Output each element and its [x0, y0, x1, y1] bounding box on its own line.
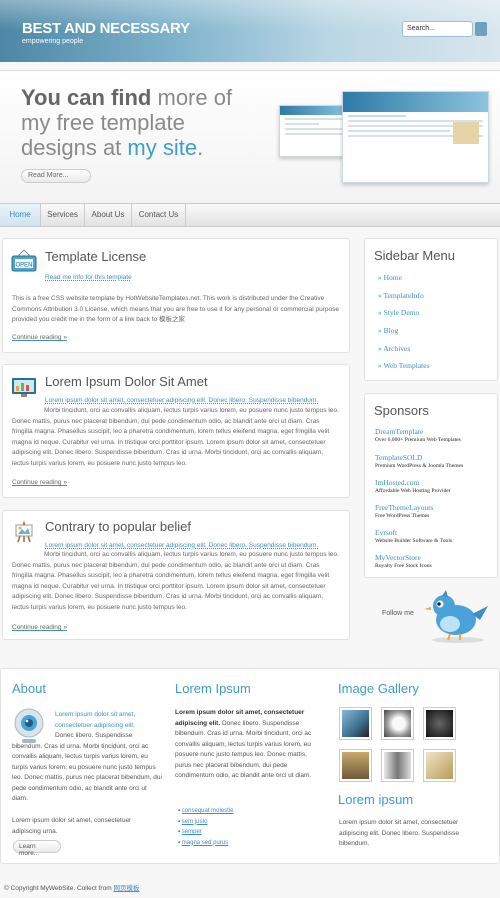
- site-tagline: empowering people: [22, 38, 84, 45]
- search-input[interactable]: Search...: [402, 21, 473, 37]
- continue-reading-link[interactable]: Continue reading »: [12, 479, 67, 486]
- sidebar-item-archives[interactable]: » Archives: [378, 344, 410, 353]
- hero-headline: You can find more of my free template de…: [21, 85, 271, 160]
- gallery-thumb[interactable]: [339, 707, 372, 740]
- nav-item-home[interactable]: Home: [0, 204, 41, 226]
- post-subtitle[interactable]: Lorem ipsum dolor sit amet, consectetuer…: [45, 542, 341, 549]
- post-body-text: Morbi tincidunt, orci ac convallis aliqu…: [12, 551, 339, 611]
- sponsor-desc: Premium WordPress & Joomla Themes: [375, 463, 464, 469]
- lorem-link-item[interactable]: ▪ magna sed purus: [178, 838, 234, 849]
- post-subtitle[interactable]: Lorem ipsum dolor sit amet, consectetuer…: [45, 397, 341, 404]
- hero-headline-line3: designs at: [21, 135, 128, 160]
- about-intro-text: Donec libero. Suspendisse bibendum. Cras…: [12, 731, 164, 805]
- sidebar-item-blog[interactable]: » Blog: [378, 326, 398, 335]
- about-title: About: [12, 681, 46, 696]
- lorem-link-item[interactable]: ▪ sem justo: [178, 817, 234, 828]
- main-nav: Home Services About Us Contact Us: [0, 203, 500, 227]
- lorem-ipsum-body: Donec libero. Suspendisse bibendum. Cras…: [175, 719, 312, 780]
- hero-banner: You can find more of my free template de…: [0, 70, 500, 203]
- sponsor-name[interactable]: MyVectorStore: [375, 553, 421, 562]
- hero-headline-line1: more of: [151, 85, 233, 110]
- sponsors-title: Sponsors: [374, 403, 429, 418]
- page: BEST AND NECESSARY empowering people Sea…: [0, 0, 500, 898]
- sponsor-name[interactable]: DreamTemplate: [375, 427, 423, 436]
- hero-headline-link[interactable]: my site: [127, 135, 197, 160]
- lorem-ipsum-title: Lorem Ipsum: [175, 681, 251, 696]
- sponsor-desc: Affordable Web Hosting Provider: [375, 488, 451, 494]
- gallery-lorem-title: Lorem ipsum: [338, 792, 414, 807]
- copyright-text: © Copyright MyWebSite. Collect from: [4, 885, 114, 892]
- open-sign-icon: OPEN: [11, 249, 37, 272]
- sidebar-item-template-info[interactable]: » TemplateInfo: [378, 291, 424, 300]
- gallery-thumb[interactable]: [381, 749, 414, 782]
- about-intro-link: Lorem ipsum dolor sit amet, consectetuer…: [55, 710, 163, 731]
- post-title[interactable]: Contrary to popular belief: [45, 519, 191, 534]
- post-body: Morbi tincidunt, orci ac convallis aliqu…: [12, 550, 341, 613]
- sponsor-desc: Free WordPress Themes: [375, 513, 430, 519]
- nav-item-contact-us[interactable]: Contact Us: [132, 204, 186, 226]
- sponsor-name[interactable]: ImHosted.com: [375, 478, 419, 487]
- continue-reading-link[interactable]: Continue reading »: [12, 624, 67, 631]
- lorem-links: ▪ consequat molestie ▪ sem justo ▪ sempe…: [178, 806, 234, 848]
- sponsor-desc: Website Builder Software & Tools: [375, 538, 453, 544]
- sidebar-menu: Sidebar Menu » Home » TemplateInfo » Sty…: [364, 238, 498, 381]
- monitor-chart-icon: [12, 378, 36, 397]
- gallery-thumb[interactable]: [423, 749, 456, 782]
- sidebar-item-home[interactable]: » Home: [378, 273, 402, 282]
- gallery-thumb[interactable]: [339, 749, 372, 782]
- follow-me-label[interactable]: Follow me: [382, 610, 414, 617]
- image-gallery-title: Image Gallery: [338, 681, 419, 696]
- copyright: © Copyright MyWebSite. Collect from 网页模板: [4, 882, 139, 892]
- sponsor-name[interactable]: Evrsoft: [375, 528, 397, 537]
- template-screenshot-small: [279, 105, 349, 157]
- read-more-button[interactable]: Read More...: [21, 169, 91, 183]
- sponsor-name[interactable]: TemplateSOLD: [375, 453, 422, 462]
- template-screenshot-large: [342, 91, 489, 183]
- lorem-link-item[interactable]: ▪ semper: [178, 827, 234, 838]
- about-intro-body: Donec libero. Suspendisse bibendum. Cras…: [12, 732, 162, 802]
- twitter-bird-icon[interactable]: [420, 588, 492, 644]
- hero-headline-bold: You can find: [21, 85, 152, 110]
- lorem-link-item[interactable]: ▪ consequat molestie: [178, 806, 234, 817]
- svg-text:OPEN: OPEN: [15, 263, 32, 269]
- post-body: This is a free CSS website template by H…: [12, 295, 339, 323]
- about-text-2: Lorem ipsum dolor sit amet, consectetuer…: [12, 817, 132, 835]
- post-lorem-ipsum: Lorem Ipsum Dolor Sit Amet Lorem ipsum d…: [2, 364, 350, 498]
- gallery-thumb[interactable]: [381, 707, 414, 740]
- sidebar-item-web-templates[interactable]: » Web Templates: [378, 361, 430, 370]
- continue-reading-link[interactable]: Continue reading »: [12, 334, 67, 341]
- learn-more-button[interactable]: Learn more...: [13, 840, 61, 857]
- site-logo[interactable]: BEST AND NECESSARY: [22, 20, 190, 37]
- post-body: Morbi tincidunt, orci ac convallis aliqu…: [12, 406, 341, 469]
- search-button[interactable]: [475, 22, 487, 36]
- nav-item-services[interactable]: Services: [41, 204, 85, 226]
- post-body-text: Morbi tincidunt, orci ac convallis aliqu…: [12, 407, 339, 467]
- easel-icon: [15, 520, 33, 543]
- gallery-lorem-text: Lorem ipsum dolor sit amet, consectetuer…: [339, 819, 459, 847]
- post-subtitle[interactable]: Read me info for this template: [45, 274, 132, 281]
- post-template-license: OPEN Template License Read me info for t…: [2, 238, 350, 353]
- sponsor-name[interactable]: FreeThemeLayouts: [375, 503, 433, 512]
- post-contrary: Contrary to popular belief Lorem ipsum d…: [2, 510, 350, 640]
- site-header: BEST AND NECESSARY empowering people Sea…: [0, 0, 500, 62]
- post-title[interactable]: Lorem Ipsum Dolor Sit Amet: [45, 374, 208, 389]
- lorem-ipsum-text: Lorem ipsum dolor sit amet, consectetuer…: [175, 708, 323, 782]
- hero-headline-end: .: [197, 135, 204, 160]
- sponsor-desc: Over 6,000+ Premium Web Templates: [375, 437, 461, 443]
- gallery-thumb[interactable]: [423, 707, 456, 740]
- nav-item-about-us[interactable]: About Us: [85, 204, 132, 226]
- copyright-link[interactable]: 网页模板: [113, 885, 139, 892]
- sponsor-desc: Royalty Free Stock Icons: [375, 563, 432, 569]
- sidebar-title: Sidebar Menu: [374, 248, 455, 263]
- hero-headline-line2: my free template: [21, 110, 185, 135]
- about-intro-link-text[interactable]: Lorem ipsum dolor sit amet, consectetuer…: [55, 711, 135, 729]
- sponsors-box: Sponsors DreamTemplate Over 6,000+ Premi…: [364, 393, 498, 578]
- sidebar-item-style-demo[interactable]: » Style Demo: [378, 308, 419, 317]
- post-title[interactable]: Template License: [45, 249, 146, 264]
